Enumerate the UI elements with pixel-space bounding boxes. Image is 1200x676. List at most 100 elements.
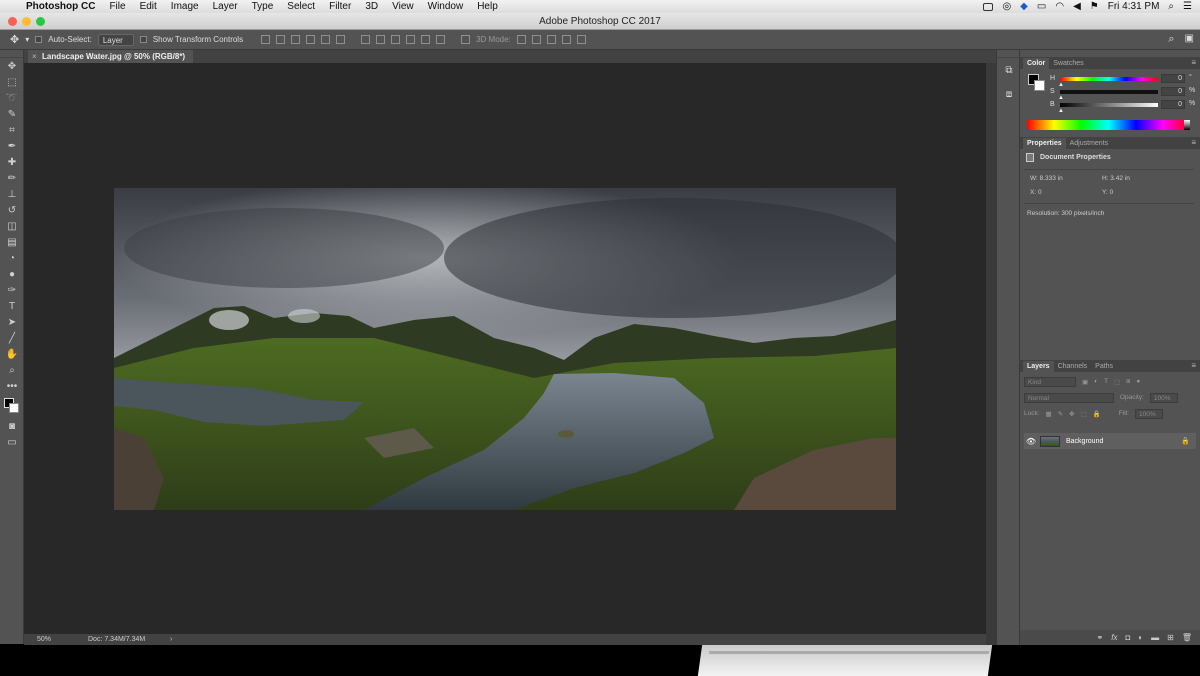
menu-layer[interactable]: Layer xyxy=(213,1,238,12)
lock-artboard-icon[interactable]: ⬚ xyxy=(1081,410,1087,418)
new-layer-icon[interactable]: ⊞ xyxy=(1167,633,1174,642)
lock-transparent-icon[interactable]: ▦ xyxy=(1046,410,1052,418)
eye-icon[interactable]: 👁 xyxy=(1024,437,1038,446)
saturation-slider[interactable] xyxy=(1060,90,1158,94)
color-spectrum-ramp[interactable] xyxy=(1027,120,1190,130)
libraries-panel-icon[interactable]: ⧈ xyxy=(997,82,1021,106)
height-value[interactable]: H: 3.42 in xyxy=(1102,175,1130,182)
wifi-icon[interactable]: ◠ xyxy=(1055,1,1064,12)
history-panel-icon[interactable]: ⧉ xyxy=(997,58,1021,82)
clone-stamp-tool-icon[interactable]: ⊥ xyxy=(0,186,24,202)
move-tool-icon[interactable]: ✥ xyxy=(0,58,24,74)
hue-value-field[interactable]: 0 xyxy=(1161,74,1185,83)
vertical-scrollbar[interactable] xyxy=(986,63,996,645)
dropbox-icon[interactable]: ◆ xyxy=(1020,1,1028,12)
adjustment-filter-icon[interactable]: ◐ xyxy=(1094,378,1098,385)
brightness-slider-thumb[interactable]: ▲ xyxy=(1058,108,1064,114)
panel-menu-icon[interactable]: ≡ xyxy=(1191,138,1196,147)
blur-tool-icon[interactable]: ◔ xyxy=(0,250,24,266)
menu-app-name[interactable]: Photoshop CC xyxy=(26,1,95,12)
lock-pixels-icon[interactable]: ✎ xyxy=(1058,410,1063,418)
healing-brush-tool-icon[interactable]: ✚ xyxy=(0,154,24,170)
3d-slide-icon[interactable] xyxy=(561,35,571,44)
smart-object-filter-icon[interactable]: ⧈ xyxy=(1126,378,1130,386)
brightness-slider[interactable] xyxy=(1060,103,1158,107)
layer-thumbnail[interactable] xyxy=(1040,435,1060,447)
menu-type[interactable]: Type xyxy=(252,1,274,12)
panel-strip-grip[interactable] xyxy=(997,50,1019,58)
move-tool-preset-icon[interactable]: ✥ xyxy=(10,33,19,46)
distribute-hcenter-icon[interactable] xyxy=(421,35,431,44)
marquee-tool-icon[interactable]: ⬚ xyxy=(0,74,24,90)
menu-file[interactable]: File xyxy=(109,1,125,12)
tab-color[interactable]: Color xyxy=(1023,58,1050,69)
tab-channels[interactable]: Channels xyxy=(1054,361,1092,372)
quick-selection-tool-icon[interactable]: ✎ xyxy=(0,106,24,122)
layer-name[interactable]: Background xyxy=(1066,438,1103,445)
tab-adjustments[interactable]: Adjustments xyxy=(1066,138,1113,149)
y-value[interactable]: Y: 0 xyxy=(1102,189,1113,196)
align-vcenter-icon[interactable] xyxy=(276,35,286,44)
x-value[interactable]: X: 0 xyxy=(1030,189,1042,196)
distribute-vcenter-icon[interactable] xyxy=(376,35,386,44)
type-filter-icon[interactable]: T xyxy=(1104,378,1108,385)
align-top-icon[interactable] xyxy=(261,35,271,44)
hand-tool-icon[interactable]: ✋ xyxy=(0,346,24,362)
distribute-bottom-icon[interactable] xyxy=(391,35,401,44)
panel-menu-icon[interactable]: ≡ xyxy=(1191,361,1196,370)
color-panel-swatches[interactable] xyxy=(1028,74,1048,94)
menu-3d[interactable]: 3D xyxy=(365,1,378,12)
distribute-right-icon[interactable] xyxy=(436,35,446,44)
layer-style-icon[interactable]: fx xyxy=(1111,633,1117,642)
align-bottom-icon[interactable] xyxy=(291,35,301,44)
tab-layers[interactable]: Layers xyxy=(1023,361,1054,372)
menu-view[interactable]: View xyxy=(392,1,414,12)
menu-filter[interactable]: Filter xyxy=(329,1,351,12)
zoom-window-button[interactable] xyxy=(36,17,45,26)
brush-tool-icon[interactable]: ✏ xyxy=(0,170,24,186)
shape-filter-icon[interactable]: ⬚ xyxy=(1114,378,1120,386)
fill-field[interactable]: 100% xyxy=(1134,408,1163,419)
chevron-down-icon[interactable]: ▾ xyxy=(25,35,29,44)
filter-toggle-icon[interactable]: ● xyxy=(1136,378,1140,385)
close-window-button[interactable] xyxy=(8,17,17,26)
screen-mode-icon[interactable]: ▭ xyxy=(0,434,24,450)
spotlight-search-icon[interactable]: ⌕ xyxy=(1168,1,1174,12)
line-tool-icon[interactable]: ╱ xyxy=(0,330,24,346)
3d-rotate-icon[interactable] xyxy=(516,35,526,44)
lock-all-icon[interactable]: 🔒 xyxy=(1093,410,1101,418)
type-tool-icon[interactable]: T xyxy=(0,298,24,314)
tools-panel-grip[interactable] xyxy=(0,50,23,58)
workspace-switcher-icon[interactable]: ▣ xyxy=(1185,33,1194,46)
eraser-tool-icon[interactable]: ◫ xyxy=(0,218,24,234)
lasso-tool-icon[interactable]: ➰ xyxy=(0,90,24,106)
hue-slider[interactable] xyxy=(1060,77,1158,81)
dodge-tool-icon[interactable]: ● xyxy=(0,266,24,282)
minimize-window-button[interactable] xyxy=(22,17,31,26)
menu-edit[interactable]: Edit xyxy=(140,1,157,12)
history-brush-tool-icon[interactable]: ↺ xyxy=(0,202,24,218)
path-selection-tool-icon[interactable]: ➤ xyxy=(0,314,24,330)
notification-center-icon[interactable]: ☰ xyxy=(1183,1,1192,12)
trash-icon[interactable]: 🗑 xyxy=(1182,633,1192,642)
screen-record-icon[interactable] xyxy=(983,2,994,11)
zoom-level[interactable]: 50% xyxy=(37,634,51,645)
auto-align-icon[interactable] xyxy=(461,35,471,44)
close-tab-icon[interactable]: × xyxy=(32,50,37,63)
status-menu-arrow-icon[interactable]: › xyxy=(170,634,172,645)
menu-window[interactable]: Window xyxy=(428,1,464,12)
distribute-top-icon[interactable] xyxy=(361,35,371,44)
3d-pan-icon[interactable] xyxy=(546,35,556,44)
layer-row-background[interactable]: 👁 Background 🔒 xyxy=(1024,433,1196,449)
doc-size-info[interactable]: Doc: 7.34M/7.34M xyxy=(88,634,145,645)
crop-tool-icon[interactable]: ⌗ xyxy=(0,122,24,138)
align-right-icon[interactable] xyxy=(336,35,346,44)
menu-help[interactable]: Help xyxy=(477,1,498,12)
eyedropper-tool-icon[interactable]: ✒ xyxy=(0,138,24,154)
tab-paths[interactable]: Paths xyxy=(1091,361,1117,372)
opacity-field[interactable]: 100% xyxy=(1149,392,1178,403)
panel-menu-icon[interactable]: ≡ xyxy=(1191,58,1196,67)
landscape-image[interactable] xyxy=(114,188,896,510)
menu-image[interactable]: Image xyxy=(171,1,199,12)
zoom-tool-icon[interactable]: ⌕ xyxy=(0,362,24,378)
